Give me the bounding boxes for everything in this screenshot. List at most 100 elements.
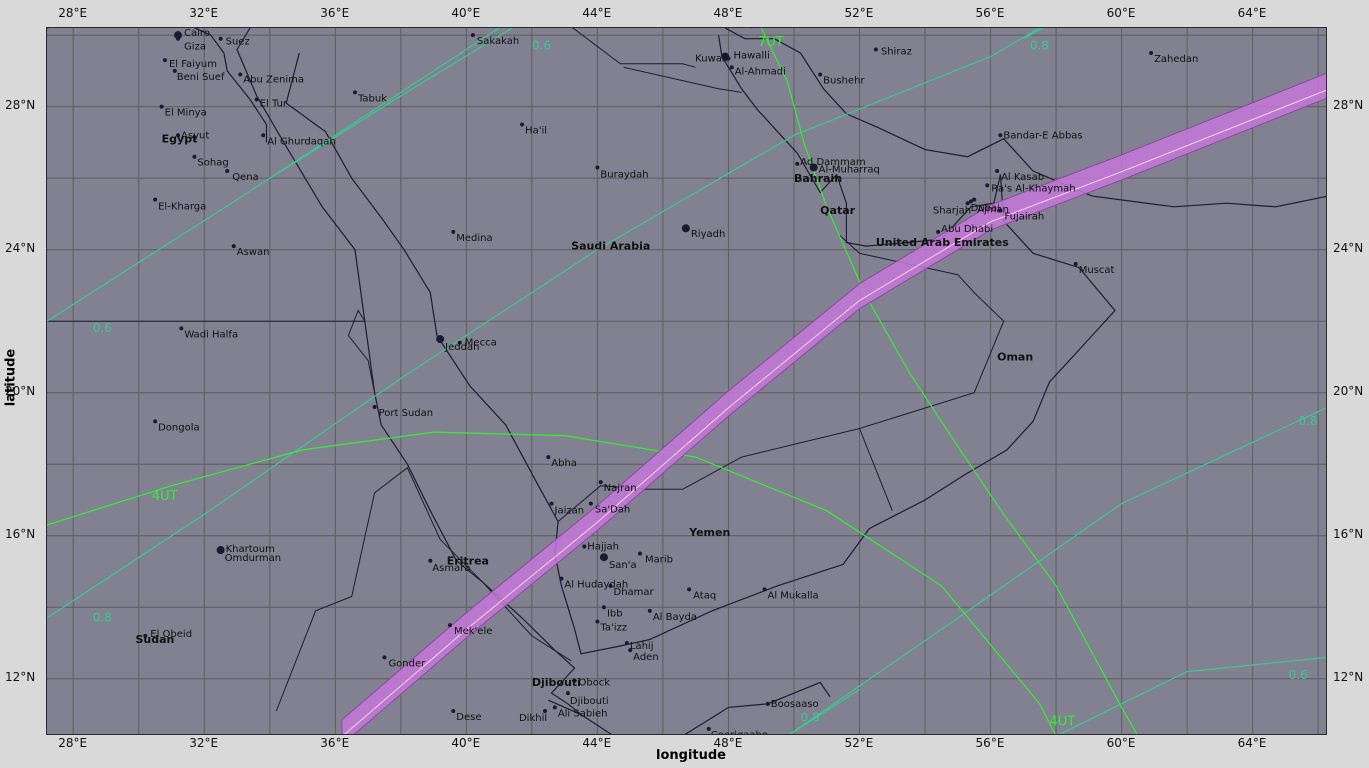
city-dot (254, 97, 259, 102)
city-label: Al Bayda (653, 612, 697, 623)
x-tick-bottom: 36°E (320, 736, 350, 750)
city-label: Riyadh (691, 229, 725, 240)
city-label: Aswan (237, 247, 270, 258)
city-dot (162, 58, 167, 63)
contour-label: 0.6 (1289, 668, 1308, 682)
magnitude-contours (47, 28, 1326, 734)
x-tick-top: 48°E (713, 6, 743, 20)
city-dot (624, 641, 629, 646)
x-tick-top: 52°E (844, 6, 874, 20)
city-dot (352, 90, 357, 95)
city-dot (729, 65, 734, 70)
city-label: Jeddah (444, 342, 479, 353)
city-label: Tabuk (357, 93, 387, 104)
city-label: Ta'izz (599, 623, 627, 634)
city-label: Abu Zenima (243, 74, 304, 85)
city-dot (159, 104, 164, 109)
contour-line (789, 407, 1326, 734)
city-dot (998, 133, 1003, 138)
country-label: Oman (997, 351, 1033, 364)
x-tick-top: 32°E (189, 6, 219, 20)
country-label: Qatar (820, 204, 855, 217)
city-dot (972, 197, 977, 202)
city-label: Dhamar (614, 587, 655, 598)
x-tick-bottom: 56°E (975, 736, 1005, 750)
city-label: Obock (578, 678, 610, 689)
city-dot (598, 480, 603, 485)
contour-label: 0.8 (1299, 414, 1318, 428)
contour-label: 0.6 (93, 321, 112, 335)
map-canvas[interactable]: 0.6 0.6 0.8 0.8 0.8 0.8 0.6 4UT 4UT 7UT Cairo Giza S… (47, 28, 1327, 735)
contour-line (1023, 28, 1044, 40)
city-label: Sa'Dah (595, 505, 630, 516)
contour-label: 0.8 (93, 611, 112, 625)
city-dot (372, 405, 377, 410)
city-label: Fujairah (1004, 211, 1044, 222)
city-label: Qena (232, 172, 259, 183)
border-line (682, 235, 1005, 490)
city-label: El-Kharga (158, 202, 206, 213)
contour-label: 0.6 (532, 38, 551, 52)
ut-label: 7UT (758, 35, 784, 50)
city-label: El Tur (260, 99, 288, 110)
city-label: El Minya (165, 108, 207, 119)
city-label: Dese (456, 712, 481, 723)
city-label: Zahedan (1154, 54, 1198, 65)
city-dot (261, 133, 266, 138)
city-label: Bushehr (823, 75, 865, 86)
city-label: Wadi Halfa (184, 329, 238, 340)
city-label: Kuwait (695, 54, 728, 65)
city-label: Aden (633, 652, 659, 663)
city-dot (762, 587, 767, 592)
city-dot (637, 551, 642, 556)
city-dot (818, 72, 823, 77)
city-label: Abha (551, 458, 577, 469)
city-label: Ibb (607, 608, 623, 619)
x-tick-top: 36°E (320, 6, 350, 20)
x-tick-bottom: 40°E (451, 736, 481, 750)
map-labels: 0.6 0.6 0.8 0.8 0.8 0.8 0.6 4UT 4UT 7UT Cairo Giza S… (93, 28, 1318, 735)
city-dot (559, 576, 564, 581)
city-dot (647, 608, 652, 613)
city-label: Al Kasab (1001, 172, 1044, 183)
city-dot (176, 36, 181, 41)
map-frame[interactable]: 0.6 0.6 0.8 0.8 0.8 0.8 0.6 4UT 4UT 7UT Cairo Giza S… (46, 27, 1327, 735)
city-label: San'a (609, 560, 637, 571)
city-dot (447, 623, 452, 628)
city-label: Hawalli (733, 50, 769, 61)
ut-label: 4UT (152, 489, 178, 504)
city-label: Ceerigaabo (711, 730, 768, 735)
contour-line (1058, 656, 1326, 734)
city-label: Bandar-E Abbas (1003, 130, 1082, 141)
city-dot (153, 419, 158, 424)
city-label: Mek'ele (454, 626, 492, 637)
border-line (859, 428, 893, 511)
city-dot (153, 197, 158, 202)
city-dot (565, 691, 570, 696)
graticule-grid (47, 28, 1326, 734)
city-label: Giza (184, 42, 206, 53)
city-dot (451, 708, 456, 713)
city-dot (601, 605, 606, 610)
x-tick-bottom: 44°E (582, 736, 612, 750)
country-label: Yemen (688, 526, 730, 539)
city-dot (549, 501, 554, 506)
country-label: Bahrain (794, 172, 842, 185)
country-label: Sudan (135, 633, 174, 646)
ut-line (47, 431, 1056, 734)
city-label: Beni Suef (177, 72, 225, 83)
y-tick-right: 12°N (1333, 669, 1364, 684)
city-dot (238, 72, 243, 77)
city-dot (765, 701, 770, 706)
city-label: Abu Dhabi (941, 224, 993, 235)
border-line (623, 66, 742, 93)
x-tick-bottom: 28°E (58, 736, 88, 750)
city-label: Sakakah (477, 36, 519, 47)
x-tick-top: 44°E (582, 6, 612, 20)
city-dot (588, 501, 593, 506)
city-label: Marib (645, 555, 673, 566)
x-axis-title: longitude (656, 748, 726, 763)
y-tick-left: 24°N (5, 240, 36, 255)
city-dot (1073, 262, 1078, 266)
country-label: Djibouti (532, 676, 581, 689)
